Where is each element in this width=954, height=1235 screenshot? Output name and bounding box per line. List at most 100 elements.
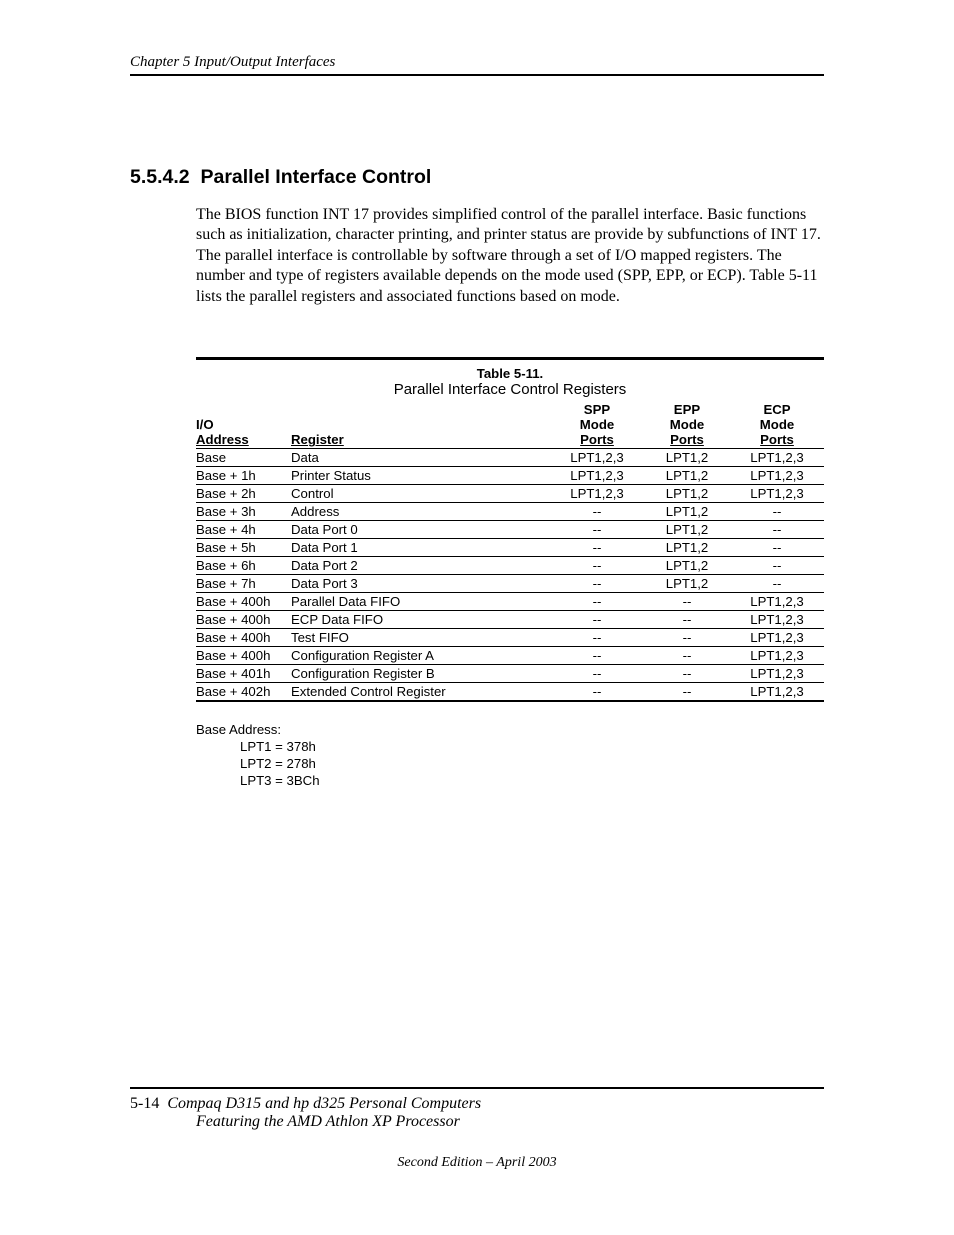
- footer-title-1: Compaq D315 and hp d325 Personal Compute…: [167, 1095, 481, 1112]
- footnote-lpt1: LPT1 = 378h: [196, 739, 824, 756]
- cell-addr: Base: [196, 449, 291, 467]
- cell-spp: --: [554, 647, 644, 665]
- cell-ecp: LPT1,2,3: [734, 611, 824, 629]
- cell-reg: Data: [291, 449, 554, 467]
- cell-spp: --: [554, 629, 644, 647]
- table-row: Base + 400hECP Data FIFO----LPT1,2,3: [196, 611, 824, 629]
- cell-addr: Base + 2h: [196, 485, 291, 503]
- cell-epp: LPT1,2: [644, 503, 734, 521]
- cell-epp: LPT1,2: [644, 539, 734, 557]
- register-table: I/OAddress Register SPPModePorts EPPMode…: [196, 402, 824, 700]
- th-spp: SPPModePorts: [554, 402, 644, 449]
- cell-addr: Base + 400h: [196, 611, 291, 629]
- cell-ecp: LPT1,2,3: [734, 683, 824, 701]
- cell-epp: --: [644, 611, 734, 629]
- table-row: Base + 4hData Port 0--LPT1,2--: [196, 521, 824, 539]
- cell-addr: Base + 400h: [196, 593, 291, 611]
- cell-ecp: LPT1,2,3: [734, 665, 824, 683]
- cell-reg: Data Port 1: [291, 539, 554, 557]
- cell-ecp: --: [734, 575, 824, 593]
- cell-addr: Base + 1h: [196, 467, 291, 485]
- cell-spp: --: [554, 683, 644, 701]
- table-row: Base + 402hExtended Control Register----…: [196, 683, 824, 701]
- cell-ecp: LPT1,2,3: [734, 593, 824, 611]
- table-row: Base + 400hParallel Data FIFO----LPT1,2,…: [196, 593, 824, 611]
- cell-epp: LPT1,2: [644, 449, 734, 467]
- table-row: Base + 7hData Port 3--LPT1,2--: [196, 575, 824, 593]
- footer-title-2: Featuring the AMD Athlon XP Processor: [130, 1113, 824, 1131]
- cell-ecp: --: [734, 539, 824, 557]
- cell-addr: Base + 4h: [196, 521, 291, 539]
- page-footer: 5-14 Compaq D315 and hp d325 Personal Co…: [130, 1087, 824, 1171]
- table-row: Base + 2hControlLPT1,2,3LPT1,2LPT1,2,3: [196, 485, 824, 503]
- cell-addr: Base + 401h: [196, 665, 291, 683]
- cell-epp: LPT1,2: [644, 521, 734, 539]
- cell-spp: --: [554, 611, 644, 629]
- cell-ecp: LPT1,2,3: [734, 449, 824, 467]
- table-row: Base + 401hConfiguration Register B----L…: [196, 665, 824, 683]
- table-header-row: I/OAddress Register SPPModePorts EPPMode…: [196, 402, 824, 449]
- cell-epp: LPT1,2: [644, 485, 734, 503]
- cell-reg: Data Port 2: [291, 557, 554, 575]
- cell-ecp: LPT1,2,3: [734, 485, 824, 503]
- cell-spp: LPT1,2,3: [554, 485, 644, 503]
- cell-spp: --: [554, 575, 644, 593]
- running-header: Chapter 5 Input/Output Interfaces: [130, 54, 824, 76]
- cell-reg: Test FIFO: [291, 629, 554, 647]
- cell-reg: Data Port 0: [291, 521, 554, 539]
- table-footnote: Base Address: LPT1 = 378h LPT2 = 278h LP…: [196, 722, 824, 790]
- cell-epp: --: [644, 647, 734, 665]
- cell-epp: --: [644, 665, 734, 683]
- cell-spp: --: [554, 665, 644, 683]
- footer-edition: Second Edition – April 2003: [130, 1155, 824, 1171]
- th-ecp: ECPModePorts: [734, 402, 824, 449]
- cell-spp: --: [554, 503, 644, 521]
- page-number: 5-14: [130, 1095, 159, 1112]
- cell-reg: ECP Data FIFO: [291, 611, 554, 629]
- table-row: Base + 400hTest FIFO----LPT1,2,3: [196, 629, 824, 647]
- table-number: Table 5-11.: [196, 360, 824, 381]
- cell-epp: LPT1,2: [644, 575, 734, 593]
- section-number: 5.5.4.2: [130, 166, 190, 188]
- cell-reg: Extended Control Register: [291, 683, 554, 701]
- section-title: Parallel Interface Control: [200, 166, 431, 188]
- cell-addr: Base + 402h: [196, 683, 291, 701]
- cell-epp: --: [644, 593, 734, 611]
- cell-ecp: --: [734, 503, 824, 521]
- cell-reg: Control: [291, 485, 554, 503]
- table-row: Base + 5hData Port 1--LPT1,2--: [196, 539, 824, 557]
- cell-addr: Base + 400h: [196, 647, 291, 665]
- cell-ecp: --: [734, 557, 824, 575]
- cell-epp: LPT1,2: [644, 557, 734, 575]
- cell-spp: LPT1,2,3: [554, 449, 644, 467]
- cell-addr: Base + 400h: [196, 629, 291, 647]
- table-5-11: Table 5-11. Parallel Interface Control R…: [196, 357, 824, 702]
- cell-ecp: LPT1,2,3: [734, 467, 824, 485]
- th-register: Register: [291, 402, 554, 449]
- cell-addr: Base + 7h: [196, 575, 291, 593]
- cell-epp: --: [644, 629, 734, 647]
- table-row: Base + 6hData Port 2--LPT1,2--: [196, 557, 824, 575]
- cell-addr: Base + 3h: [196, 503, 291, 521]
- cell-epp: --: [644, 683, 734, 701]
- table-row: BaseDataLPT1,2,3LPT1,2LPT1,2,3: [196, 449, 824, 467]
- cell-reg: Data Port 3: [291, 575, 554, 593]
- cell-spp: --: [554, 521, 644, 539]
- cell-spp: --: [554, 593, 644, 611]
- footnote-lead: Base Address:: [196, 722, 281, 737]
- cell-reg: Address: [291, 503, 554, 521]
- th-epp: EPPModePorts: [644, 402, 734, 449]
- cell-reg: Configuration Register B: [291, 665, 554, 683]
- cell-reg: Printer Status: [291, 467, 554, 485]
- cell-spp: --: [554, 557, 644, 575]
- table-row: Base + 1hPrinter StatusLPT1,2,3LPT1,2LPT…: [196, 467, 824, 485]
- footnote-lpt3: LPT3 = 3BCh: [196, 773, 824, 790]
- table-row: Base + 400hConfiguration Register A----L…: [196, 647, 824, 665]
- table-caption: Parallel Interface Control Registers: [196, 381, 824, 402]
- footnote-lpt2: LPT2 = 278h: [196, 756, 824, 773]
- section-heading: 5.5.4.2 Parallel Interface Control: [130, 166, 824, 189]
- cell-spp: LPT1,2,3: [554, 467, 644, 485]
- cell-reg: Parallel Data FIFO: [291, 593, 554, 611]
- th-address: I/OAddress: [196, 402, 291, 449]
- table-row: Base + 3hAddress--LPT1,2--: [196, 503, 824, 521]
